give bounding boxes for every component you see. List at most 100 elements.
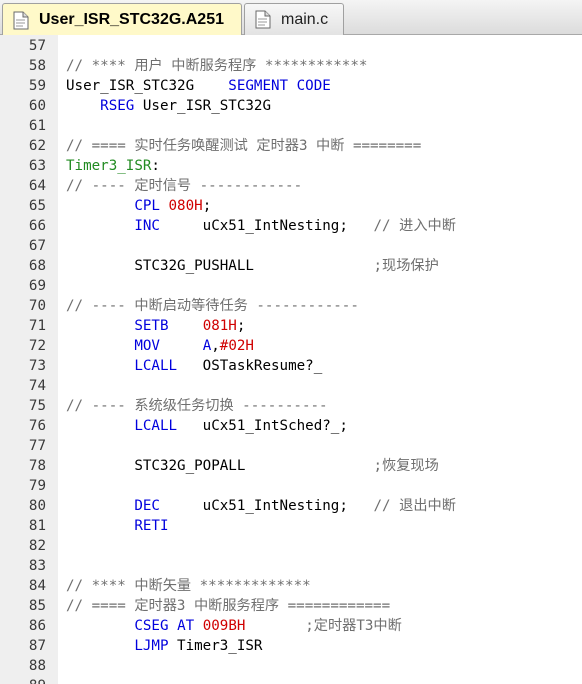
code-line[interactable]: 77 xyxy=(0,436,582,456)
code-line[interactable]: 83 xyxy=(0,556,582,576)
line-number: 85 xyxy=(28,598,46,614)
code-line[interactable]: 73 LCALL OSTaskResume?_ xyxy=(0,356,582,376)
code-text: // **** 用户 中断服务程序 ************ xyxy=(66,56,367,76)
code-token: ; xyxy=(202,198,212,214)
code-line[interactable]: 67 xyxy=(0,236,582,256)
code-token: RSEG xyxy=(100,98,135,114)
code-line[interactable]: 59 User_ISR_STC32G SEGMENT CODE xyxy=(0,76,582,96)
code-token: INC xyxy=(134,218,160,234)
code-line[interactable]: 82 xyxy=(0,536,582,556)
code-token: : xyxy=(151,158,160,174)
code-line[interactable]: 68 STC32G_PUSHALL ;现场保护 xyxy=(0,256,582,276)
code-line[interactable]: 79 xyxy=(0,476,582,496)
line-number: 60 xyxy=(28,98,46,114)
tab-user-isr-stc32g[interactable]: User_ISR_STC32G.A251 xyxy=(2,3,242,36)
code-line[interactable]: 88 xyxy=(0,656,582,676)
code-token: LCALL xyxy=(134,358,178,374)
code-line[interactable]: 76 LCALL uCx51_IntSched?_; xyxy=(0,416,582,436)
line-number: 66 xyxy=(28,218,46,234)
code-line[interactable]: 60 RSEG User_ISR_STC32G xyxy=(0,96,582,116)
code-line[interactable]: 63 Timer3_ISR: xyxy=(0,156,582,176)
code-line[interactable]: 75 // ---- 系统级任务切换 ---------- xyxy=(0,396,582,416)
code-text: INC uCx51_IntNesting; // 进入中断 xyxy=(66,216,456,236)
line-number: 67 xyxy=(28,238,46,254)
code-token: // ==== 实时任务唤醒测试 定时器3 中断 ======== xyxy=(66,138,422,154)
code-token: A xyxy=(202,338,212,354)
code-text: LCALL OSTaskResume?_ xyxy=(66,356,322,376)
code-token: // **** 中断矢量 ************* xyxy=(66,578,311,594)
code-line[interactable]: 64 // ---- 定时信号 ------------ xyxy=(0,176,582,196)
tab-label: main.c xyxy=(281,10,329,28)
c-file-icon xyxy=(255,10,271,29)
line-number: 69 xyxy=(28,278,46,294)
code-text: // ---- 定时信号 ------------ xyxy=(66,176,302,196)
code-line[interactable]: 72 MOV A,#02H xyxy=(0,336,582,356)
line-number: 63 xyxy=(28,158,46,174)
line-number: 73 xyxy=(28,358,46,374)
code-line[interactable]: 74 xyxy=(0,376,582,396)
code-line[interactable]: 87 LJMP Timer3_ISR xyxy=(0,636,582,656)
code-line[interactable]: 69 xyxy=(0,276,582,296)
code-line[interactable]: 58 // **** 用户 中断服务程序 ************ xyxy=(0,56,582,76)
line-number: 65 xyxy=(28,198,46,214)
code-token: // ---- 系统级任务切换 ---------- xyxy=(66,398,328,414)
line-number: 68 xyxy=(28,258,46,274)
code-token: CPL xyxy=(134,198,160,214)
code-text: LCALL uCx51_IntSched?_; xyxy=(66,416,348,436)
line-number: 57 xyxy=(28,38,46,54)
code-text: RSEG User_ISR_STC32G xyxy=(66,96,271,116)
code-line[interactable]: 78 STC32G_POPALL ;恢复现场 xyxy=(0,456,582,476)
code-token: ;恢复现场 xyxy=(373,458,439,474)
tab-main-c[interactable]: main.c xyxy=(244,3,344,35)
line-number: 74 xyxy=(28,378,46,394)
code-token: uCx51_IntNesting; xyxy=(159,218,374,234)
editor-tab-bar: User_ISR_STC32G.A251 main.c xyxy=(0,0,582,36)
code-line[interactable]: 66 INC uCx51_IntNesting; // 进入中断 xyxy=(0,216,582,236)
code-text: RETI xyxy=(66,516,168,536)
code-token: CSEG xyxy=(134,618,169,634)
code-line[interactable]: 81 RETI xyxy=(0,516,582,536)
code-line[interactable]: 57 xyxy=(0,36,582,56)
code-token: LCALL xyxy=(134,418,178,434)
line-number: 75 xyxy=(28,398,46,414)
line-number: 62 xyxy=(28,138,46,154)
line-number: 82 xyxy=(28,538,46,554)
tab-label: User_ISR_STC32G.A251 xyxy=(39,11,224,28)
code-token: User_ISR_STC32G xyxy=(134,98,272,114)
line-number: 77 xyxy=(28,438,46,454)
line-number: 83 xyxy=(28,558,46,574)
code-line[interactable]: 61 xyxy=(0,116,582,136)
code-line[interactable]: 71 SETB 081H; xyxy=(0,316,582,336)
code-line[interactable]: 80 DEC uCx51_IntNesting; // 退出中断 xyxy=(0,496,582,516)
code-text: // ==== 定时器3 中断服务程序 ============ xyxy=(66,596,390,616)
line-number: 71 xyxy=(28,318,46,334)
code-token: , xyxy=(211,338,220,354)
code-text: SETB 081H; xyxy=(66,316,245,336)
line-number: 86 xyxy=(28,618,46,634)
line-number: 84 xyxy=(28,578,46,594)
code-line[interactable]: 89 xyxy=(0,676,582,684)
code-text: // ---- 系统级任务切换 ---------- xyxy=(66,396,328,416)
code-line[interactable]: 62 // ==== 实时任务唤醒测试 定时器3 中断 ======== xyxy=(0,136,582,156)
code-line[interactable]: 85 // ==== 定时器3 中断服务程序 ============ xyxy=(0,596,582,616)
line-number: 79 xyxy=(28,478,46,494)
line-number: 61 xyxy=(28,118,46,134)
code-token: // 退出中断 xyxy=(373,498,456,514)
line-number: 70 xyxy=(28,298,46,314)
code-token: uCx51_IntSched?_; xyxy=(177,418,348,434)
code-line[interactable]: 65 CPL 080H; xyxy=(0,196,582,216)
code-text: MOV A,#02H xyxy=(66,336,254,356)
code-line[interactable]: 86 CSEG AT 009BH ;定时器T3中断 xyxy=(0,616,582,636)
code-token: #02H xyxy=(219,338,254,354)
code-line[interactable]: 84 // **** 中断矢量 ************* xyxy=(0,576,582,596)
code-text: // ---- 中断启动等待任务 ------------ xyxy=(66,296,359,316)
code-line[interactable]: 70 // ---- 中断启动等待任务 ------------ xyxy=(0,296,582,316)
code-editor[interactable]: 57 58 // **** 用户 中断服务程序 ************ 59 User… xyxy=(0,35,582,684)
